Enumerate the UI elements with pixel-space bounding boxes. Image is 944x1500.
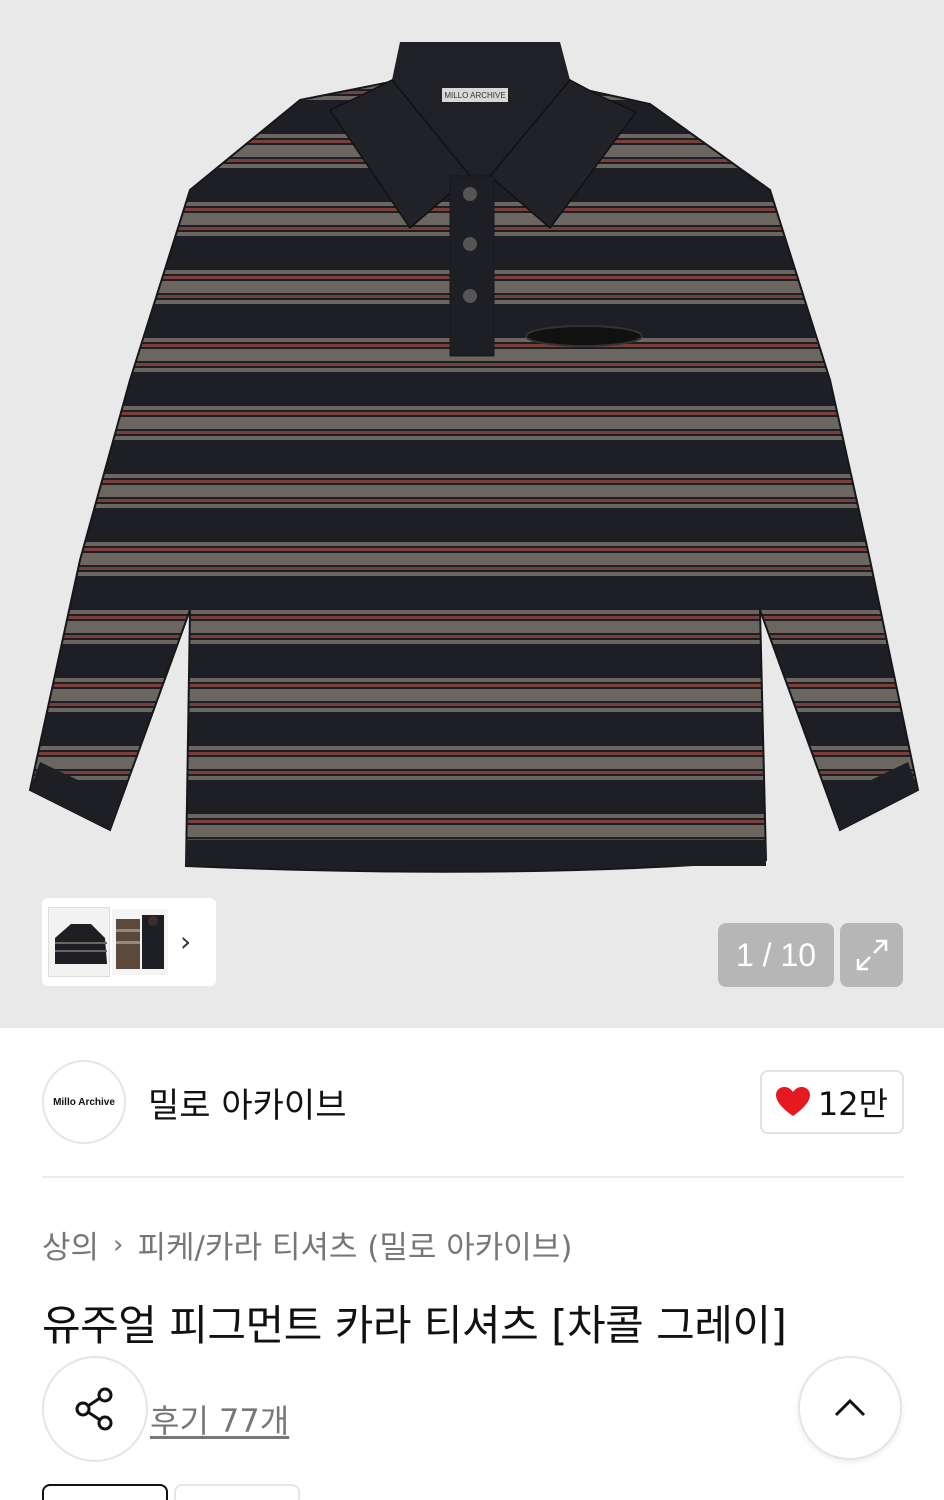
expand-button[interactable] <box>840 923 903 987</box>
tab-option-2[interactable] <box>174 1484 300 1500</box>
chevron-up-icon <box>834 1398 866 1417</box>
brand-name[interactable]: 밀로 아카이브 <box>148 1078 347 1127</box>
brand-row: Millo Archive 밀로 아카이브 12만 <box>42 1060 904 1144</box>
breadcrumb-item-subcategory[interactable]: 피케/카라 티셔츠 (밀로 아카이브) <box>137 1222 572 1267</box>
product-title: 유주얼 피그먼트 카라 티셔츠 [차콜 그레이] <box>42 1301 787 1350</box>
divider <box>42 1176 904 1178</box>
chevron-right-icon[interactable]: › <box>180 928 191 956</box>
heart-icon <box>775 1087 810 1116</box>
like-button[interactable]: 12만 <box>760 1070 904 1134</box>
share-button[interactable] <box>42 1356 148 1462</box>
brand-logo[interactable]: Millo Archive <box>42 1060 126 1144</box>
thumbnail-strip[interactable]: › <box>42 898 216 986</box>
breadcrumb: 상의 › 피케/카라 티셔츠 (밀로 아카이브) <box>42 1222 572 1267</box>
tab-option-1[interactable] <box>42 1484 168 1500</box>
product-image[interactable]: MILLO ARCHIVE <box>0 0 944 1028</box>
share-icon <box>75 1387 113 1431</box>
thumbnail-1[interactable] <box>48 907 110 977</box>
scroll-top-button[interactable] <box>798 1356 902 1460</box>
collar-label-text: MILLO ARCHIVE <box>444 91 505 100</box>
breadcrumb-item-category[interactable]: 상의 <box>42 1222 99 1267</box>
review-link[interactable]: 후기 77개 <box>150 1396 289 1442</box>
like-count: 12만 <box>817 1085 889 1123</box>
product-gallery[interactable]: MILLO ARCHIVE › 1 / 10 <box>0 0 944 1028</box>
image-counter: 1 / 10 <box>718 923 834 987</box>
expand-icon <box>856 939 887 971</box>
thumbnail-2[interactable] <box>112 909 168 975</box>
chevron-right-icon: › <box>113 1229 124 1260</box>
